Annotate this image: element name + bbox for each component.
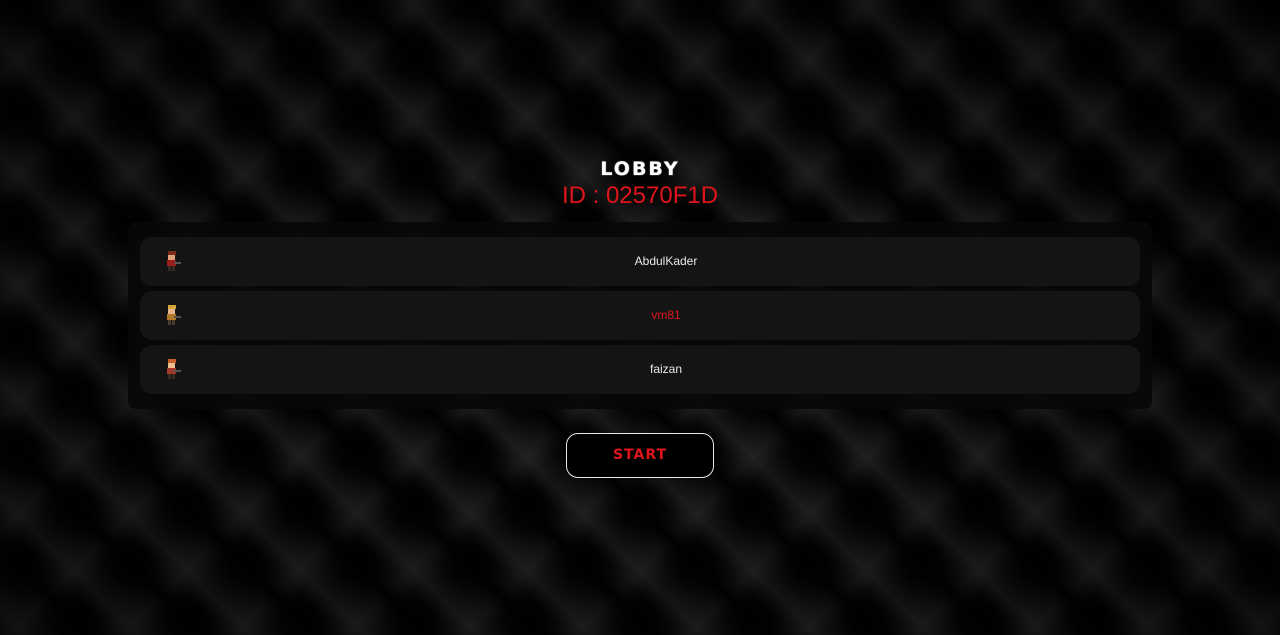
start-button[interactable]: START [566, 433, 714, 478]
start-button-label: START [612, 447, 668, 463]
player-name-highlighted: vm81 [651, 308, 681, 322]
player-name: faizan [649, 362, 683, 376]
lobby-id: ID : 02570F1D [561, 182, 719, 209]
player-name: AbdulKader [634, 254, 698, 268]
lobby-title: LOBBY [600, 158, 680, 180]
player-list-panel: AbdulKader vm81 faizan [128, 222, 1152, 409]
player-row: faizan [140, 345, 1140, 394]
player-row: AbdulKader [140, 237, 1140, 286]
player-row: vm81 [140, 291, 1140, 340]
